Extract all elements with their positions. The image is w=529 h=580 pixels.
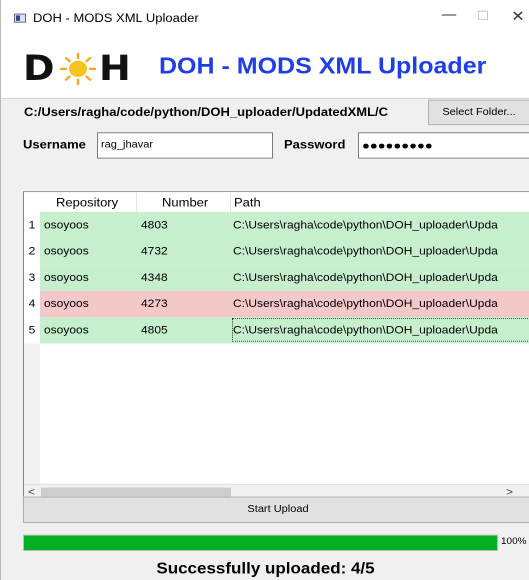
cell-number[interactable]: 4348	[141, 265, 168, 291]
close-button[interactable]: ✕	[506, 7, 529, 24]
row-index[interactable]: 2	[24, 238, 40, 265]
upload-progress-bar	[23, 534, 498, 551]
logo-letter-d: D	[23, 48, 55, 88]
username-label: Username	[23, 137, 86, 152]
row-cells: osoyoos 4348 C:\Users\ragha\code\python\…	[40, 264, 529, 291]
doh-logo: D H	[23, 48, 135, 88]
row-cells: osoyoos 4732 C:\Users\ragha\code\python\…	[40, 238, 529, 265]
row-cells: osoyoos 4273 C:\Users\ragha\code\python\…	[40, 290, 529, 318]
table-row[interactable]: 3 osoyoos 4348 C:\Users\ragha\code\pytho…	[24, 264, 529, 291]
title-bar[interactable]: DOH - MODS XML Uploader — ☐ ✕	[1, 0, 529, 39]
maximize-button[interactable]: ☐	[471, 9, 495, 24]
minimize-button[interactable]: —	[437, 5, 461, 22]
cell-number[interactable]: 4803	[141, 212, 168, 238]
cell-repository[interactable]: osoyoos	[44, 238, 89, 264]
upload-status: Successfully uploaded: 4/5	[156, 560, 375, 578]
select-folder-button[interactable]: Select Folder...	[428, 99, 529, 126]
cell-number[interactable]: 4805	[141, 317, 168, 343]
table-header: Repository Number Path	[24, 192, 529, 213]
cell-path[interactable]: C:\Users\ragha\code\python\DOH_uploader\…	[233, 212, 498, 238]
upload-table[interactable]: Repository Number Path 1 osoyoos 4803 C:…	[23, 191, 529, 502]
row-cells: osoyoos 4803 C:\Users\ragha\code\python\…	[40, 212, 529, 239]
cell-number[interactable]: 4273	[141, 291, 168, 317]
header-divider	[1, 97, 529, 99]
password-label: Password	[284, 137, 346, 152]
row-index[interactable]: 3	[24, 264, 40, 291]
progress-fill	[24, 535, 497, 551]
table-row[interactable]: 5 osoyoos 4805 C:\Users\ragha\code\pytho…	[24, 317, 529, 344]
window-title: DOH - MODS XML Uploader	[33, 10, 199, 25]
app-window: DOH - MODS XML Uploader — ☐ ✕ D H DOH - …	[0, 0, 529, 580]
cell-repository[interactable]: osoyoos	[44, 212, 89, 238]
table-row[interactable]: 1 osoyoos 4803 C:\Users\ragha\code\pytho…	[24, 212, 529, 239]
app-heading: DOH - MODS XML Uploader	[159, 53, 487, 79]
column-header-path[interactable]: Path	[234, 196, 261, 210]
app-icon	[14, 13, 26, 23]
column-separator	[230, 192, 231, 213]
folder-path: C:/Users/ragha/code/python/DOH_uploader/…	[24, 105, 389, 119]
row-index[interactable]: 1	[24, 212, 40, 239]
column-header-repository[interactable]: Repository	[56, 196, 118, 210]
username-input[interactable]: rag_jhavar	[97, 132, 273, 159]
password-input[interactable]: ●●●●●●●●●	[358, 132, 529, 159]
cell-path[interactable]: C:\Users\ragha\code\python\DOH_uploader\…	[233, 291, 498, 317]
row-index[interactable]: 5	[24, 317, 40, 344]
cell-repository[interactable]: osoyoos	[44, 265, 89, 291]
column-header-number[interactable]: Number	[162, 196, 208, 210]
table-row[interactable]: 4 osoyoos 4273 C:\Users\ragha\code\pytho…	[24, 290, 529, 318]
logo-letter-h: H	[99, 48, 131, 88]
start-upload-button[interactable]: Start Upload	[23, 496, 529, 523]
table-row[interactable]: 2 osoyoos 4732 C:\Users\ragha\code\pytho…	[24, 238, 529, 265]
header-banner: D H DOH - MODS XML Uploader	[1, 38, 529, 98]
column-separator	[136, 192, 137, 213]
sun-icon	[60, 52, 96, 86]
cell-repository[interactable]: osoyoos	[44, 317, 89, 343]
progress-percent: 100%	[501, 536, 527, 547]
cell-repository[interactable]: osoyoos	[44, 291, 89, 317]
cell-path[interactable]: C:\Users\ragha\code\python\DOH_uploader\…	[233, 238, 498, 264]
row-index[interactable]: 4	[24, 290, 40, 318]
cell-path[interactable]: C:\Users\ragha\code\python\DOH_uploader\…	[233, 265, 498, 291]
cell-number[interactable]: 4732	[141, 238, 168, 264]
cell-focus-outline	[232, 318, 529, 342]
